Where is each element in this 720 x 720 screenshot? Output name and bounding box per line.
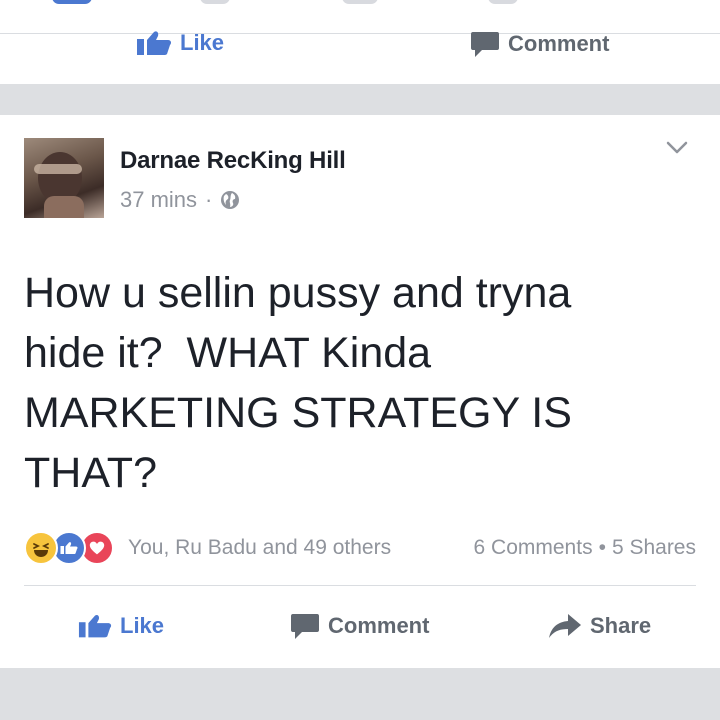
comment-label: Comment (508, 31, 610, 56)
comment-label: Comment (328, 613, 430, 638)
comment-icon (291, 614, 319, 639)
thumbs-up-icon (78, 614, 112, 638)
like-label: Like (120, 613, 165, 638)
post-text: How u sellin pussy and tryna hide it? WH… (24, 263, 684, 503)
post-text-line: How u sellin pussy and tryna (24, 269, 572, 317)
reaction-summary[interactable]: You, Ru Badu and 49 others (128, 536, 391, 560)
divider (0, 33, 720, 34)
divider (24, 585, 696, 586)
post-card: Darnae RecKing Hill 37 mins · How u sell… (0, 115, 720, 668)
post-text-line: MARKETING STRATEGY IS (24, 389, 572, 437)
shares-count[interactable]: 5 Shares (612, 536, 696, 560)
post-meta: 37 mins · (120, 187, 240, 213)
comment-button[interactable]: Comment (290, 612, 429, 640)
reaction-icons[interactable] (24, 531, 114, 565)
globe-icon (221, 191, 240, 209)
comment-icon (471, 32, 499, 57)
counts-separator: • (598, 536, 606, 559)
avatar[interactable] (24, 138, 104, 218)
like-button[interactable]: Like (78, 611, 164, 641)
comments-count[interactable]: 6 Comments (474, 536, 593, 560)
share-label: Share (590, 613, 652, 638)
post-text-line: hide it? WHAT Kinda (24, 329, 432, 377)
timestamp[interactable]: 37 mins (120, 187, 197, 213)
previous-post-card: Like Comment (0, 0, 720, 84)
like-label: Like (180, 30, 225, 55)
share-button[interactable]: Share (548, 612, 651, 640)
share-arrow-icon (549, 614, 581, 638)
haha-icon (24, 531, 58, 565)
previous-comment-button[interactable]: Comment (470, 30, 609, 58)
previous-post-top-icons (0, 0, 720, 6)
meta-separator: · (205, 187, 213, 212)
chevron-down-icon[interactable] (666, 141, 688, 155)
author-name[interactable]: Darnae RecKing Hill (120, 147, 346, 175)
thumbs-up-icon (137, 31, 172, 55)
engagement-counts: 6 Comments • 5 Shares (474, 536, 696, 560)
previous-like-button[interactable]: Like (136, 30, 224, 56)
post-text-line: THAT? (24, 449, 157, 497)
